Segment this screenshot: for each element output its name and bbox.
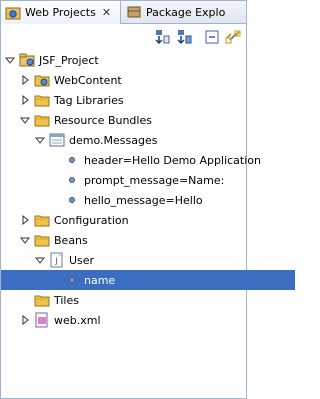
folder-icon xyxy=(34,232,50,248)
tree-item-configuration[interactable]: Configuration xyxy=(1,210,265,230)
tree-item-header-hello-demo-application[interactable]: header=Hello Demo Application xyxy=(1,150,295,170)
xml-file-icon xyxy=(34,312,50,328)
chevron-down-icon[interactable] xyxy=(4,55,16,65)
tree-item-prompt-message-name[interactable]: prompt_message=Name: xyxy=(1,170,295,190)
tree-item-name[interactable]: name xyxy=(1,270,295,290)
tree-item-label: hello_message=Hello xyxy=(84,193,203,207)
chevron-down-icon[interactable] xyxy=(34,255,46,265)
tree-item-tag-libraries[interactable]: Tag Libraries xyxy=(1,90,265,110)
sort-icon[interactable] xyxy=(153,28,171,46)
tree-item-beans[interactable]: Beans xyxy=(1,230,265,250)
close-icon[interactable]: ✕ xyxy=(102,6,111,19)
tree-item-label: Configuration xyxy=(54,213,129,227)
chevron-down-icon[interactable] xyxy=(19,235,31,245)
properties-icon xyxy=(49,132,65,148)
web-projects-view: Web Projects ✕ Package Explo JSF_Project… xyxy=(0,0,295,399)
property-icon xyxy=(64,152,80,168)
collapse-all-icon[interactable] xyxy=(203,28,221,46)
chevron-right-icon[interactable] xyxy=(20,74,30,86)
package-explorer-icon xyxy=(127,6,141,18)
property-icon xyxy=(64,272,80,288)
chevron-down-icon[interactable] xyxy=(34,135,46,145)
project-icon xyxy=(19,52,35,68)
tab-package-explorer-label: Package Explo xyxy=(146,5,226,19)
tree-item-label: web.xml xyxy=(54,313,101,327)
svg-text:J: J xyxy=(54,257,57,266)
folder-icon xyxy=(34,292,50,308)
tree-item-label: User xyxy=(69,253,95,267)
view-toolbar xyxy=(1,24,246,50)
tree-item-tiles[interactable]: Tiles xyxy=(1,290,265,310)
folder-icon xyxy=(34,212,50,228)
tree-item-label: WebContent xyxy=(54,73,122,87)
java-class-icon: J xyxy=(49,252,65,268)
tree-item-label: name xyxy=(84,273,116,287)
chevron-right-icon[interactable] xyxy=(20,214,30,226)
tree-item-label: header=Hello Demo Application xyxy=(84,153,261,167)
tree-item-hello-message-hello[interactable]: hello_message=Hello xyxy=(1,190,295,210)
filter-icon[interactable] xyxy=(175,28,193,46)
tab-web-projects[interactable]: Web Projects ✕ xyxy=(1,1,121,24)
web-projects-icon xyxy=(5,7,21,19)
tree-item-label: demo.Messages xyxy=(69,133,158,147)
tree-item-jsf-project[interactable]: JSF_Project xyxy=(1,50,250,70)
folder-icon xyxy=(34,92,50,108)
chevron-right-icon[interactable] xyxy=(20,314,30,326)
view-tab-bar: Web Projects ✕ Package Explo xyxy=(1,1,246,24)
tree-item-demo-messages[interactable]: demo.Messages xyxy=(1,130,280,150)
tree-item-user[interactable]: J User xyxy=(1,250,280,270)
folder-icon xyxy=(34,112,50,128)
tree-item-webcontent[interactable]: WebContent xyxy=(1,70,265,90)
tree-item-label: JSF_Project xyxy=(39,53,99,67)
tree-item-web-xml[interactable]: web.xml xyxy=(1,310,265,330)
link-with-editor-icon[interactable] xyxy=(224,28,242,46)
web-folder-icon xyxy=(34,72,50,88)
tab-package-explorer[interactable]: Package Explo xyxy=(122,1,246,23)
tab-web-projects-label: Web Projects xyxy=(25,6,96,19)
property-icon xyxy=(64,172,80,188)
tree-item-label: Tiles xyxy=(54,293,79,307)
chevron-right-icon[interactable] xyxy=(20,94,30,106)
tree-item-label: Beans xyxy=(54,233,88,247)
tree-item-label: Tag Libraries xyxy=(54,93,124,107)
tree-item-label: Resource Bundles xyxy=(54,113,152,127)
tree-item-label: prompt_message=Name: xyxy=(84,173,225,187)
chevron-down-icon[interactable] xyxy=(19,115,31,125)
tree-item-resource-bundles[interactable]: Resource Bundles xyxy=(1,110,265,130)
property-icon xyxy=(64,192,80,208)
